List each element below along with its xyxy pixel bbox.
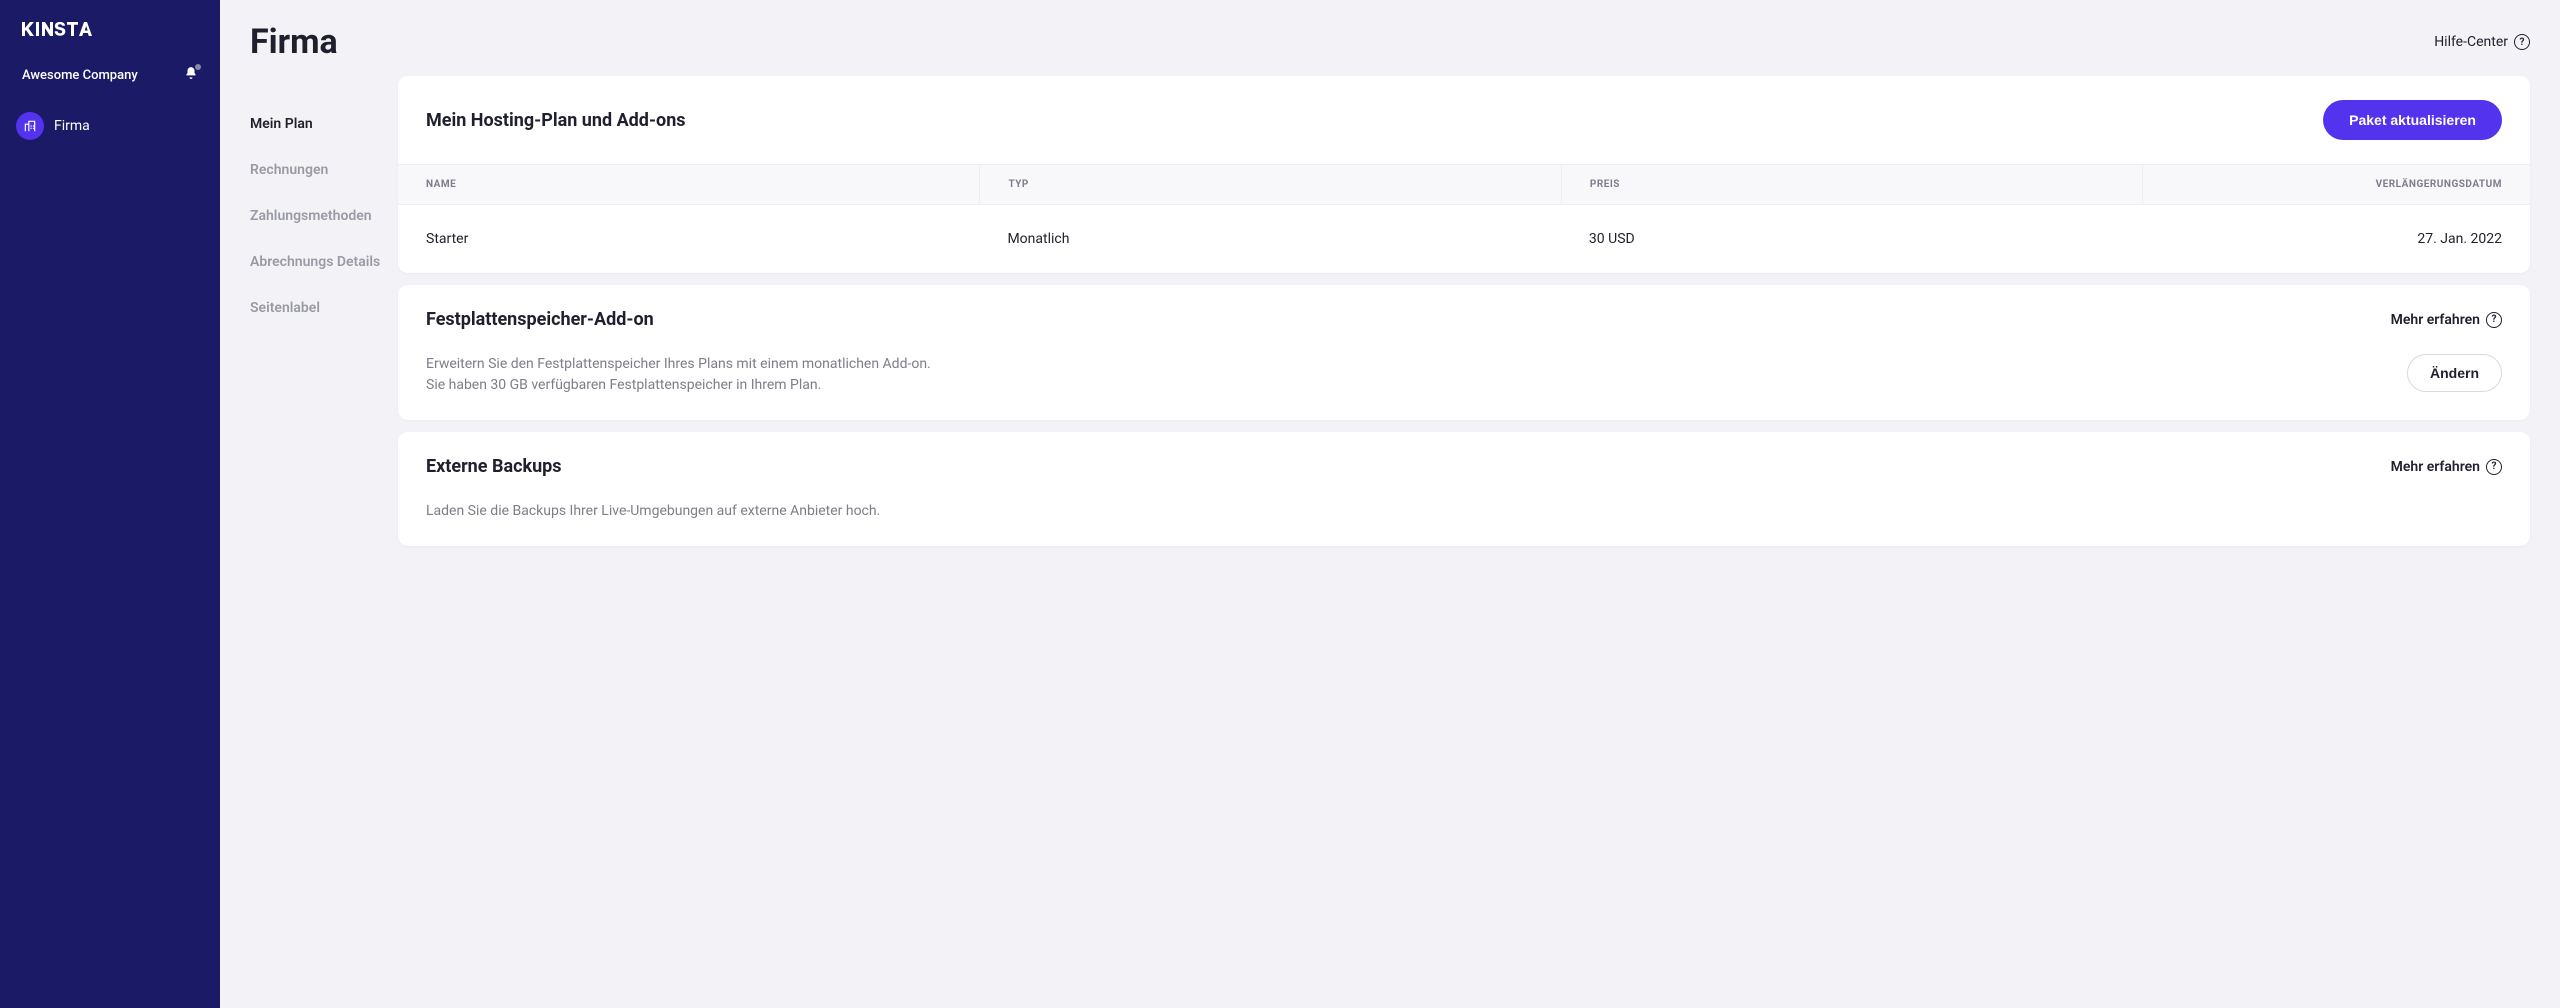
change-disk-button[interactable]: Ändern (2407, 354, 2502, 392)
col-renewal: VERLÄNGERUNGSDATUM (2142, 165, 2530, 204)
cell-renewal: 27. Jan. 2022 (2142, 205, 2530, 273)
card-title-backups: Externe Backups (426, 456, 562, 477)
disk-desc-line1: Erweitern Sie den Festplattenspeicher Ih… (426, 354, 931, 375)
question-circle-icon: ? (2486, 312, 2502, 328)
backups-desc: Laden Sie die Backups Ihrer Live-Umgebun… (426, 501, 2502, 522)
subnav-my-plan[interactable]: Mein Plan (250, 106, 398, 142)
cell-price: 30 USD (1561, 205, 2142, 273)
disk-addon-card: Festplattenspeicher-Add-on Mehr erfahren… (398, 285, 2530, 420)
col-price: PREIS (1561, 165, 2142, 204)
plan-table: NAME TYP PREIS VERLÄNGERUNGSDATUM Starte… (398, 164, 2530, 273)
subnav-site-label[interactable]: Seitenlabel (250, 290, 398, 326)
learn-more-label: Mehr erfahren (2391, 312, 2480, 328)
update-plan-button[interactable]: Paket aktualisieren (2323, 100, 2502, 140)
card-title-disk: Festplattenspeicher-Add-on (426, 309, 654, 330)
help-center-link[interactable]: Hilfe-Center ? (2434, 34, 2530, 50)
sidebar-item-company[interactable]: Firma (0, 102, 220, 150)
backups-learn-more-link[interactable]: Mehr erfahren ? (2391, 459, 2502, 475)
cell-type: Monatlich (979, 205, 1560, 273)
header: Firma Hilfe-Center ? (220, 0, 2560, 76)
sidebar-item-label: Firma (54, 118, 90, 134)
cell-name: Starter (398, 205, 979, 273)
subnav-billing-details[interactable]: Abrechnungs Details (250, 244, 398, 280)
help-center-label: Hilfe-Center (2434, 34, 2508, 50)
main-content: Firma Hilfe-Center ? Mein Plan Rechnunge… (220, 0, 2560, 1008)
col-type: TYP (979, 165, 1560, 204)
content-area: Mein Hosting-Plan und Add-ons Paket aktu… (398, 76, 2560, 1008)
table-row: Starter Monatlich 30 USD 27. Jan. 2022 (398, 205, 2530, 273)
disk-learn-more-link[interactable]: Mehr erfahren ? (2391, 312, 2502, 328)
brand-logo[interactable] (0, 18, 220, 38)
hosting-plan-card: Mein Hosting-Plan und Add-ons Paket aktu… (398, 76, 2530, 273)
learn-more-label: Mehr erfahren (2391, 459, 2480, 475)
question-circle-icon: ? (2486, 459, 2502, 475)
company-icon (16, 112, 44, 140)
subnav-invoices[interactable]: Rechnungen (250, 152, 398, 188)
disk-desc-line2: Sie haben 30 GB verfügbaren Festplattens… (426, 375, 931, 396)
table-header: NAME TYP PREIS VERLÄNGERUNGSDATUM (398, 164, 2530, 205)
sidebar: Awesome Company Firma (0, 0, 220, 1008)
col-name: NAME (398, 165, 979, 204)
question-circle-icon: ? (2514, 34, 2530, 50)
subnav-payment-methods[interactable]: Zahlungsmethoden (250, 198, 398, 234)
external-backups-card: Externe Backups Mehr erfahren ? Laden Si… (398, 432, 2530, 546)
card-title-hosting: Mein Hosting-Plan und Add-ons (426, 110, 686, 131)
disk-description: Erweitern Sie den Festplattenspeicher Ih… (426, 354, 931, 396)
notification-dot-icon (195, 64, 201, 70)
company-name: Awesome Company (22, 68, 138, 83)
page-title: Firma (250, 22, 338, 62)
company-row: Awesome Company (0, 66, 220, 90)
subnav: Mein Plan Rechnungen Zahlungsmethoden Ab… (220, 76, 398, 1008)
notification-bell[interactable] (184, 66, 198, 84)
